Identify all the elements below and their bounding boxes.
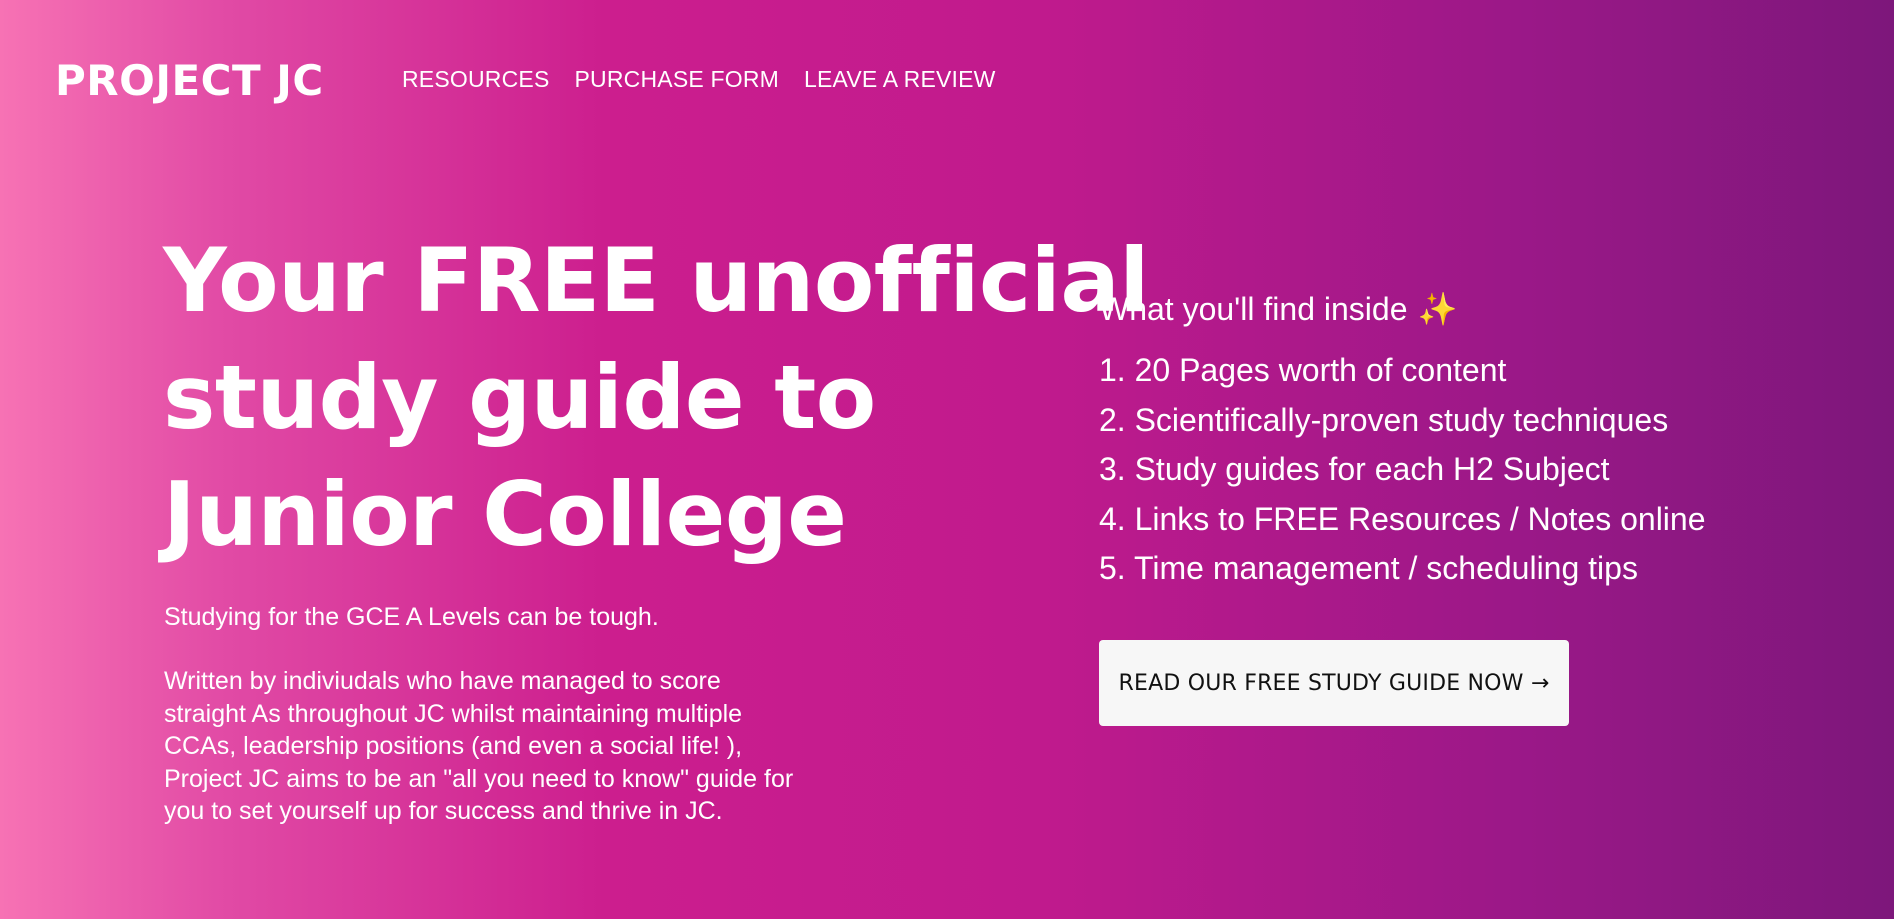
nav-link-purchase-form[interactable]: PURCHASE FORM [575,66,780,93]
hero-title-line: study guide to [163,346,876,449]
hero-title: Your FREE unofficial study guide to Juni… [163,222,1149,573]
features-heading-text: What you'll find inside [1099,291,1408,327]
features-list: 1. 20 Pages worth of content 2. Scientif… [1099,346,1706,594]
main-nav: RESOURCES PURCHASE FORM LEAVE A REVIEW [402,66,996,93]
hero-title-line: Junior College [163,463,847,566]
hero-title-line: Your FREE unofficial [163,229,1149,332]
feature-item: 5. Time management / scheduling tips [1099,550,1638,586]
hero-description-line: you to set yourself up for success and t… [164,797,723,825]
features-heading: What you'll find inside ✨ [1099,290,1457,328]
feature-item: 4. Links to FREE Resources / Notes onlin… [1099,500,1706,537]
sparkles-icon: ✨ [1417,291,1458,327]
hero-intro: Studying for the GCE A Levels can be tou… [164,603,659,631]
nav-link-resources[interactable]: RESOURCES [402,66,550,93]
site-logo[interactable]: PROJECT JC [55,56,324,105]
hero-description-line: Project JC aims to be an "all you need t… [164,764,794,793]
hero-description-line: Written by indiviudals who have managed … [164,667,721,695]
site-header: PROJECT JC RESOURCES PURCHASE FORM LEAVE… [0,0,1894,160]
nav-link-leave-a-review[interactable]: LEAVE A REVIEW [804,66,996,93]
hero-description: Written by indiviudals who have managed … [164,665,864,828]
read-study-guide-button[interactable]: READ OUR FREE STUDY GUIDE NOW → [1099,640,1569,726]
feature-item: 2. Scientifically-proven study technique… [1099,401,1669,438]
hero-description-line: CCAs, leadership positions (and even a s… [164,732,743,760]
feature-item: 1. 20 Pages worth of content [1099,352,1507,388]
feature-item: 3. Study guides for each H2 Subject [1099,451,1610,487]
hero-description-line: straight As throughout JC whilst maintai… [164,699,743,728]
